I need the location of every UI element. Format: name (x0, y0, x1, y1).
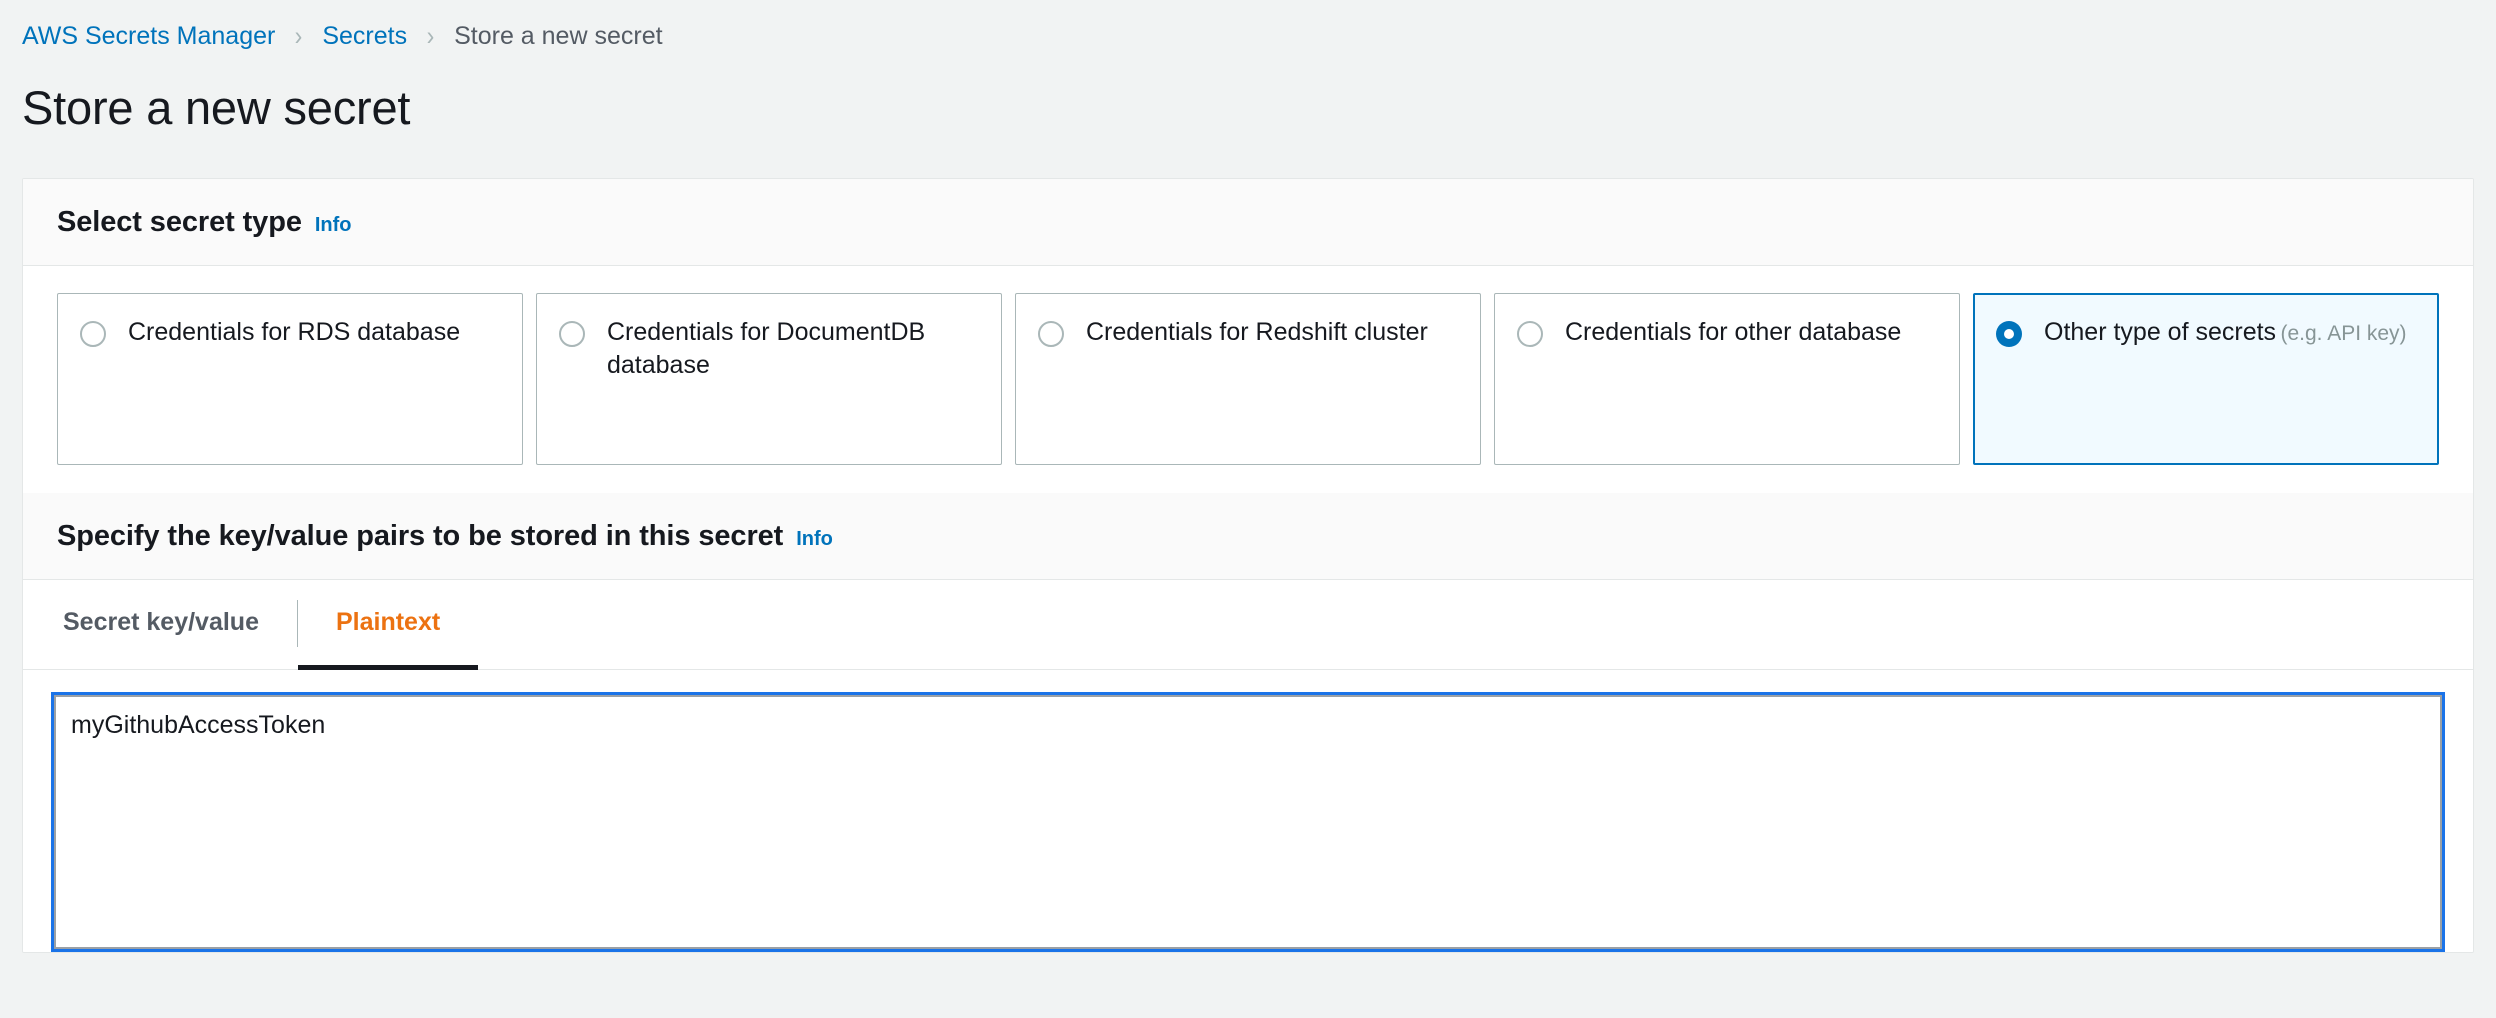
secret-type-option-sublabel: (e.g. API key) (2280, 321, 2407, 345)
secret-type-options: Credentials for RDS database Credentials… (23, 265, 2473, 493)
secret-type-option-text: Credentials for DocumentDB database (607, 316, 981, 382)
plaintext-focus-ring: myGithubAccessToken (51, 691, 2445, 952)
secret-type-option-label: Credentials for other database (1565, 317, 1902, 346)
breadcrumb-item-current: Store a new secret (454, 21, 663, 50)
radio-icon[interactable] (1517, 320, 1543, 347)
breadcrumb-item-secrets[interactable]: Secrets (322, 22, 407, 51)
secret-type-option-text: Other type of secrets (e.g. API key) (2044, 316, 2407, 349)
radio-icon[interactable] (1038, 320, 1064, 347)
plaintext-editor-container: myGithubAccessToken (23, 669, 2473, 952)
secret-type-tile-row: Credentials for RDS database Credentials… (57, 292, 2439, 465)
breadcrumb: AWS Secrets Manager › Secrets › Store a … (0, 0, 2496, 54)
secret-type-option-redshift[interactable]: Credentials for Redshift cluster (1015, 292, 1481, 465)
secret-input-tabs: Secret key/value Plaintext (57, 580, 2439, 670)
secret-type-option-other-database[interactable]: Credentials for other database (1494, 292, 1960, 465)
breadcrumb-item-aws-secrets-manager[interactable]: AWS Secrets Manager (22, 22, 275, 51)
radio-icon[interactable] (559, 320, 585, 347)
breadcrumb-chevron-icon: › (426, 20, 435, 51)
breadcrumb-chevron-icon: › (295, 20, 303, 51)
secret-type-option-label: Credentials for RDS database (128, 317, 461, 346)
secret-type-option-label: Other type of secrets (2044, 317, 2277, 346)
tab-label: Plaintext (335, 607, 441, 636)
secret-type-option-text: Credentials for RDS database (128, 316, 460, 349)
secret-type-option-documentdb[interactable]: Credentials for DocumentDB database (536, 292, 1002, 465)
key-value-section-info-link[interactable]: Info (796, 528, 833, 551)
secret-type-option-rds[interactable]: Credentials for RDS database (57, 292, 523, 465)
select-secret-type-info-link[interactable]: Info (315, 214, 352, 237)
tab-plaintext[interactable]: Plaintext (297, 580, 479, 670)
radio-icon[interactable] (80, 320, 106, 347)
key-value-section-header: Specify the key/value pairs to be stored… (23, 492, 2473, 580)
radio-selected-icon[interactable] (1996, 320, 2022, 347)
secret-type-option-other-secrets[interactable]: Other type of secrets (e.g. API key) (1973, 292, 2439, 465)
tab-secret-key-value[interactable]: Secret key/value (57, 580, 297, 670)
page-title: Store a new secret (22, 81, 411, 134)
secret-type-option-text: Credentials for Redshift cluster (1086, 316, 1428, 349)
radio-dot (2004, 328, 2014, 339)
plaintext-textarea[interactable]: myGithubAccessToken (54, 694, 2442, 949)
tab-label: Secret key/value (63, 607, 259, 636)
secret-type-option-text: Credentials for other database (1565, 316, 1901, 349)
select-secret-type-header: Select secret type Info (23, 178, 2473, 266)
select-secret-type-title: Select secret type (57, 205, 302, 238)
secret-type-option-label: Credentials for DocumentDB database (607, 317, 926, 379)
secret-type-option-label: Credentials for Redshift cluster (1086, 317, 1428, 346)
key-value-section-title: Specify the key/value pairs to be stored… (57, 519, 784, 552)
store-secret-card: Select secret type Info Credentials for … (22, 177, 2474, 953)
secret-input-tabs-container: Secret key/value Plaintext (23, 579, 2473, 670)
